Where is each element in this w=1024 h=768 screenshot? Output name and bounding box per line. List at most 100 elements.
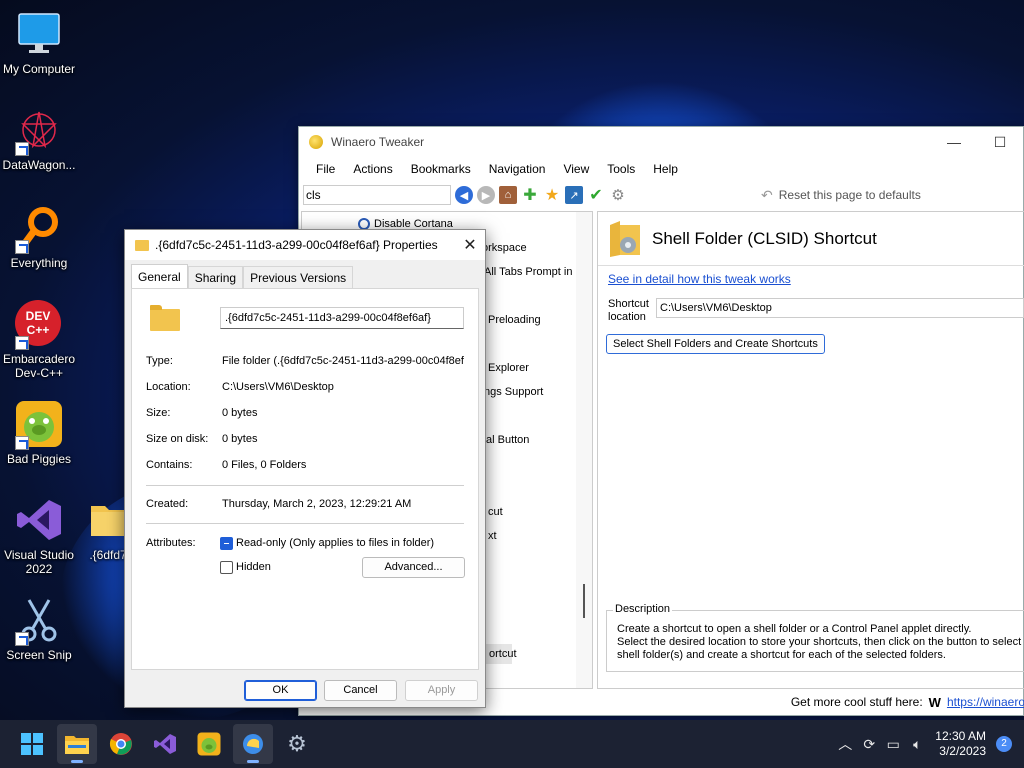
visual-studio-icon bbox=[15, 496, 63, 544]
close-icon[interactable]: ✕ bbox=[455, 230, 485, 260]
folder-name-input[interactable]: .{6dfd7c5c-2451-11d3-a299-00c04f8ef6af} bbox=[220, 307, 464, 329]
bad-piggies-icon bbox=[15, 400, 63, 450]
tree-item[interactable]: xt bbox=[488, 526, 497, 546]
search-input[interactable]: cls bbox=[303, 185, 451, 205]
tree-item-selected[interactable]: ortcut bbox=[486, 644, 517, 664]
location-row: Location: C:\Users\VM6\Desktop bbox=[146, 379, 476, 395]
add-bookmark-icon[interactable]: ✚ bbox=[521, 186, 539, 204]
minimize-icon[interactable]: — bbox=[931, 127, 977, 157]
home-icon[interactable]: ⌂ bbox=[499, 186, 517, 204]
shortcut-icon[interactable]: ↗ bbox=[565, 186, 583, 204]
tree-item[interactable]: ngs Support bbox=[484, 382, 543, 402]
dialog-titlebar[interactable]: .{6dfd7c5c-2451-11d3-a299-00c04f8ef6af} … bbox=[125, 230, 485, 260]
menu-help[interactable]: Help bbox=[644, 162, 687, 176]
description-box: Description Create a shortcut to open a … bbox=[606, 603, 1024, 672]
winaero-tweaker-icon bbox=[243, 734, 263, 754]
general-tab-panel: .{6dfd7c5c-2451-11d3-a299-00c04f8ef6af} … bbox=[131, 288, 479, 670]
desktop-icon-bad-piggies[interactable]: Bad Piggies bbox=[0, 400, 78, 466]
volume-icon[interactable]: 🔈︎ bbox=[905, 736, 929, 753]
menu-bar: File Actions Bookmarks Navigation View T… bbox=[299, 157, 1023, 181]
desktop-icon-screen-snip[interactable]: Screen Snip bbox=[0, 596, 78, 662]
taskbar-file-explorer[interactable] bbox=[57, 724, 97, 764]
sync-icon[interactable]: ⟳ bbox=[857, 736, 881, 753]
taskbar-settings[interactable]: ⚙ bbox=[277, 724, 317, 764]
tree-item[interactable]: cut bbox=[488, 502, 503, 522]
menu-actions[interactable]: Actions bbox=[344, 162, 401, 176]
clock-time: 12:30 AM bbox=[935, 729, 986, 743]
tab-previous-versions[interactable]: Previous Versions bbox=[243, 266, 354, 288]
chevron-up-icon[interactable]: ︿ bbox=[833, 734, 857, 754]
type-row: Type: File folder (.{6dfd7c5c-2451-11d3-… bbox=[146, 353, 476, 369]
contains-value: 0 Files, 0 Folders bbox=[222, 459, 307, 471]
desktop-icon-datawagon[interactable]: DataWagon... bbox=[0, 106, 78, 172]
readonly-checkbox[interactable] bbox=[220, 537, 233, 550]
hidden-label: Hidden bbox=[236, 561, 271, 573]
cancel-button[interactable]: Cancel bbox=[324, 680, 397, 701]
folder-icon bbox=[135, 239, 149, 251]
hidden-checkbox[interactable] bbox=[220, 561, 233, 574]
tree-scrollbar-thumb[interactable] bbox=[583, 584, 585, 618]
desktop-icon-label: Everything bbox=[10, 256, 68, 270]
menu-file[interactable]: File bbox=[307, 162, 344, 176]
winaero-tweaker-icon bbox=[309, 135, 323, 149]
visual-studio-icon bbox=[154, 734, 176, 754]
menu-navigation[interactable]: Navigation bbox=[480, 162, 555, 176]
size-row: Size: 0 bytes bbox=[146, 405, 476, 421]
start-button[interactable] bbox=[12, 724, 52, 764]
location-value: C:\Users\VM6\Desktop bbox=[222, 381, 334, 393]
shortcut-arrow-icon bbox=[15, 142, 29, 156]
desktop-icon-visual-studio[interactable]: Visual Studio 2022 bbox=[0, 496, 78, 576]
ok-button[interactable]: OK bbox=[244, 680, 317, 701]
desktop-icon-label: DataWagon... bbox=[2, 158, 76, 172]
chrome-icon bbox=[109, 733, 132, 755]
created-row: Created: Thursday, March 2, 2023, 12:29:… bbox=[146, 496, 476, 512]
desktop-icon-devcpp[interactable]: DEV C++ Embarcadero Dev-C++ bbox=[0, 300, 78, 380]
menu-bookmarks[interactable]: Bookmarks bbox=[402, 162, 480, 176]
attributes-label: Attributes: bbox=[146, 537, 196, 549]
forward-icon[interactable]: ▶ bbox=[477, 186, 495, 204]
advanced-button[interactable]: Advanced... bbox=[362, 557, 465, 578]
contains-label: Contains: bbox=[146, 459, 193, 471]
tree-item[interactable]: al Button bbox=[486, 430, 529, 450]
status-link[interactable]: https://winaero bbox=[947, 695, 1024, 709]
properties-dialog[interactable]: .{6dfd7c5c-2451-11d3-a299-00c04f8ef6af} … bbox=[124, 229, 486, 708]
desktop-icon-my-computer[interactable]: My Computer bbox=[0, 10, 78, 76]
tweak-panel: Shell Folder (CLSID) Shortcut See in det… bbox=[597, 211, 1024, 689]
taskbar-winaero-tweaker[interactable] bbox=[233, 724, 273, 764]
bookmarks-star-icon[interactable]: ★ bbox=[543, 186, 561, 204]
taskbar-chrome[interactable] bbox=[101, 724, 141, 764]
menu-tools[interactable]: Tools bbox=[598, 162, 644, 176]
tab-sharing[interactable]: Sharing bbox=[187, 266, 244, 288]
desktop-icon-everything[interactable]: Everything bbox=[0, 204, 78, 270]
taskbar-visual-studio[interactable] bbox=[145, 724, 185, 764]
shortcut-location-field[interactable]: C:\Users\VM6\Desktop bbox=[656, 298, 1024, 318]
tab-general[interactable]: General bbox=[131, 264, 188, 288]
apply-check-icon[interactable]: ✔ bbox=[587, 186, 605, 204]
devcpp-icon: DEV C++ bbox=[15, 300, 63, 350]
apply-button[interactable]: Apply bbox=[405, 680, 478, 701]
menu-view[interactable]: View bbox=[554, 162, 598, 176]
taskbar-bad-piggies[interactable] bbox=[189, 724, 229, 764]
reset-page-button[interactable]: ↶ Reset this page to defaults bbox=[761, 187, 921, 204]
contains-row: Contains: 0 Files, 0 Folders bbox=[146, 457, 476, 473]
tweaker-titlebar[interactable]: Winaero Tweaker bbox=[299, 127, 1023, 157]
bad-piggies-icon bbox=[197, 732, 221, 756]
select-shell-folders-button[interactable]: Select Shell Folders and Create Shortcut… bbox=[606, 334, 825, 354]
reset-icon: ↶ bbox=[761, 186, 773, 203]
detail-link[interactable]: See in detail how this tweak works bbox=[608, 272, 791, 286]
network-icon[interactable]: ▭ bbox=[881, 736, 905, 753]
clock[interactable]: 12:30 AM 3/2/2023 bbox=[929, 729, 996, 759]
tree-item[interactable]: All Tabs Prompt in E bbox=[484, 262, 583, 282]
tree-item[interactable]: Preloading bbox=[488, 310, 541, 330]
tree-item[interactable]: orkspace bbox=[482, 238, 527, 258]
window-title: Winaero Tweaker bbox=[331, 135, 425, 149]
clock-date: 3/2/2023 bbox=[939, 744, 986, 758]
size-on-disk-value: 0 bytes bbox=[222, 433, 258, 445]
tree-item[interactable]: Explorer bbox=[488, 358, 529, 378]
description-line: Create a shortcut to open a shell folder… bbox=[617, 623, 972, 635]
notification-badge[interactable]: 2 bbox=[996, 736, 1012, 752]
divider bbox=[146, 485, 464, 486]
maximize-icon[interactable]: ☐ bbox=[977, 127, 1023, 157]
back-icon[interactable]: ◀ bbox=[455, 186, 473, 204]
settings-gear-icon[interactable]: ⚙ bbox=[609, 186, 627, 204]
